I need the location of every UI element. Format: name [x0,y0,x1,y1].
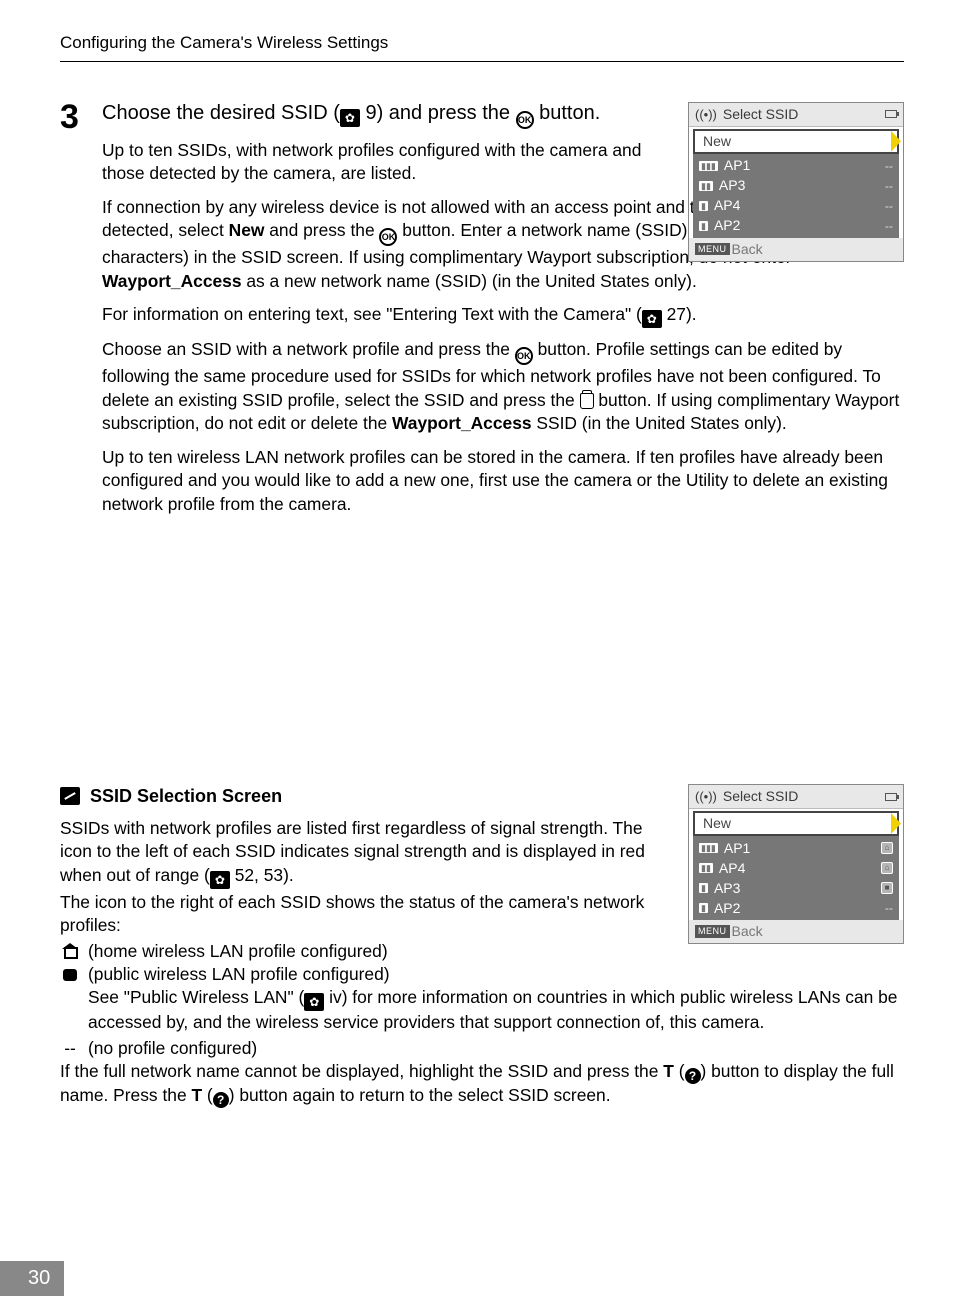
wifi-icon: ((•)) [695,106,717,124]
lcd-row: ▮▮▮AP1-- [693,156,899,176]
lcd-row: ▮▮AP3-- [693,176,899,196]
lcd-row: ▮AP4-- [693,196,899,216]
lcd-row: ▮AP2-- [693,216,899,236]
lcd-row: ▮▮▮AP1⌂ [693,838,899,858]
lcd-footer-text: Back [732,240,763,259]
signal-icon: ▮ [699,883,708,893]
menu-badge: MENU [695,925,730,937]
help-icon: ? [685,1068,701,1084]
signal-icon: ▮▮ [699,181,713,191]
note-ssid-selection: ((•)) Select SSID New ▮▮▮AP1⌂ ▮▮AP4⌂ ▮AP… [60,784,904,1108]
public-profile-icon: ■ [881,882,893,894]
signal-icon: ▮▮▮ [699,843,718,853]
step-number: 3 [60,100,79,134]
help-icon: ? [213,1092,229,1108]
step-para-5: Up to ten wireless LAN network profiles … [102,446,904,516]
ok-button-icon: OK [516,111,534,129]
lcd-title-text: Select SSID [723,787,798,806]
battery-icon [885,793,897,801]
lcd-row: ▮▮AP4⌂ [693,858,899,878]
lcd-footer-text: Back [732,922,763,941]
lcd-row: ▮AP2-- [693,898,899,918]
note-para-3: If the full network name cannot be displ… [60,1060,904,1108]
camera-ref-icon: ✿ [210,871,230,889]
step-para-4: Choose an SSID with a network profile an… [102,338,904,435]
camera-ref-icon: ✿ [642,310,662,328]
note-icon [60,787,80,805]
wifi-icon: ((•)) [695,788,717,806]
lcd-new-option: New [693,129,899,154]
lcd-new-option: New [693,811,899,836]
signal-icon: ▮ [699,903,708,913]
step-para-1: Up to ten SSIDs, with network profiles c… [102,139,668,186]
note-public-sub: See "Public Wireless LAN" (✿ iv) for mor… [88,986,904,1034]
page-number: 30 [0,1261,64,1296]
menu-badge: MENU [695,243,730,255]
note-para-2: The icon to the right of each SSID shows… [60,891,668,938]
battery-icon [885,110,897,118]
step-title: Choose the desired SSID (✿ 9) and press … [102,100,668,129]
ok-button-icon: OK [379,228,397,246]
public-icon [63,969,77,981]
lcd-select-ssid-1: ((•)) Select SSID New ▮▮▮AP1-- ▮▮AP3-- ▮… [688,102,904,262]
signal-icon: ▮ [699,221,708,231]
lcd-title-text: Select SSID [723,105,798,124]
home-icon [62,945,78,959]
home-profile-icon: ⌂ [881,862,893,874]
note-para-1: SSIDs with network profiles are listed f… [60,817,668,889]
profile-legend-home: (home wireless LAN profile configured) [60,940,668,963]
camera-ref-icon: ✿ [304,993,324,1011]
lcd-row: ▮AP3■ [693,878,899,898]
camera-ref-icon: ✿ [340,109,360,127]
note-title-text: SSID Selection Screen [90,784,282,808]
home-profile-icon: ⌂ [881,842,893,854]
step-para-3: For information on entering text, see "E… [102,303,904,328]
profile-legend-public: (public wireless LAN profile configured) [60,963,904,986]
signal-icon: ▮▮▮ [699,161,718,171]
signal-icon: ▮ [699,201,708,211]
signal-icon: ▮▮ [699,863,713,873]
ok-button-icon: OK [515,347,533,365]
profile-legend-none: -- (no profile configured) [60,1037,904,1060]
running-header: Configuring the Camera's Wireless Settin… [60,32,904,62]
lcd-select-ssid-2: ((•)) Select SSID New ▮▮▮AP1⌂ ▮▮AP4⌂ ▮AP… [688,784,904,944]
trash-icon [580,393,594,409]
